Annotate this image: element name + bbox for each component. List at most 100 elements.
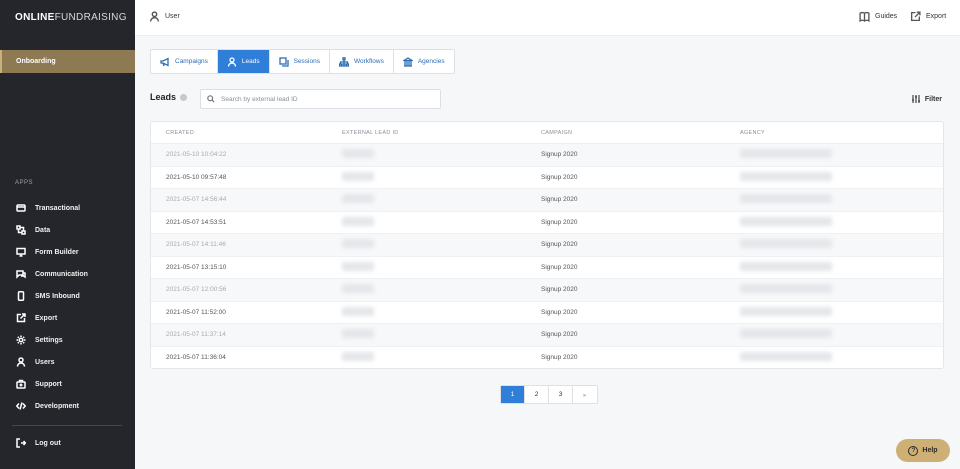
page-button-3[interactable]: 3 bbox=[549, 386, 573, 403]
cell-external-lead-id bbox=[342, 194, 541, 205]
tab-label: Sessions bbox=[293, 58, 320, 65]
table-row[interactable]: 2021-05-07 11:52:00 Signup 2020 bbox=[151, 302, 943, 324]
cell-agency bbox=[740, 352, 940, 363]
sidebar-item-data[interactable]: Data bbox=[15, 223, 50, 237]
cell-external-lead-id bbox=[342, 352, 541, 363]
tab-campaigns[interactable]: Campaigns bbox=[151, 50, 218, 73]
table-body: 2021-05-10 10:04:22 Signup 2020 2021-05-10… bbox=[151, 144, 943, 369]
top-bar: User Guides Export bbox=[135, 0, 960, 36]
column-header-campaign[interactable]: CAMPAIGN bbox=[541, 130, 740, 136]
cell-campaign: Signup 2020 bbox=[541, 354, 578, 362]
tab-sessions[interactable]: Sessions bbox=[270, 50, 330, 73]
table-row[interactable]: 2021-05-07 12:00:56 Signup 2020 bbox=[151, 279, 943, 302]
sidebar: ONLINEFUNDRAISING Onboarding APPS Transa… bbox=[0, 0, 135, 469]
cell-agency bbox=[740, 306, 940, 318]
logout-button[interactable]: Log out bbox=[15, 436, 61, 450]
redacted-value bbox=[740, 329, 832, 339]
cell-created: 2021-05-07 14:11:46 bbox=[166, 241, 226, 249]
column-header-agency[interactable]: AGENCY bbox=[740, 130, 940, 136]
building-icon bbox=[402, 56, 413, 67]
page-button-2[interactable]: 2 bbox=[525, 386, 549, 403]
redacted-value bbox=[740, 194, 832, 204]
sitemap-icon bbox=[338, 56, 349, 67]
cell-created: 2021-05-07 12:00:56 bbox=[166, 286, 227, 294]
redacted-value bbox=[740, 284, 832, 294]
cell-campaign: Signup 2020 bbox=[541, 263, 578, 271]
cell-created: 2021-05-07 13:15:10 bbox=[166, 263, 227, 271]
table-row[interactable]: 2021-05-07 14:11:46 Signup 2020 bbox=[151, 234, 943, 257]
column-header-external-lead-id[interactable]: EXTERNAL LEAD ID bbox=[342, 130, 541, 136]
tab-label: Workflows bbox=[353, 58, 384, 65]
table-row[interactable]: 2021-05-10 09:57:48 Signup 2020 bbox=[151, 167, 943, 189]
tab-leads[interactable]: Leads bbox=[217, 50, 270, 73]
export-icon bbox=[15, 312, 27, 324]
sidebar-item-label: Users bbox=[35, 358, 55, 366]
table-row[interactable]: 2021-05-07 14:53:51 Signup 2020 bbox=[151, 212, 943, 234]
sidebar-item-label: Form Builder bbox=[35, 248, 79, 256]
redacted-value bbox=[342, 216, 374, 226]
cell-created: 2021-05-07 14:53:51 bbox=[166, 218, 227, 226]
sidebar-item-label: Support bbox=[35, 380, 62, 388]
user-icon bbox=[227, 56, 237, 67]
cell-external-lead-id bbox=[342, 306, 541, 318]
table-row[interactable]: 2021-05-07 11:36:04 Signup 2020 bbox=[151, 347, 943, 369]
sidebar-item-development[interactable]: Development bbox=[15, 399, 79, 413]
table-row[interactable]: 2021-05-07 11:37:14 Signup 2020 bbox=[151, 324, 943, 347]
cell-agency bbox=[740, 284, 940, 295]
sidebar-item-onboarding[interactable]: Onboarding bbox=[0, 50, 135, 73]
sidebar-item-label: Transactional bbox=[35, 204, 81, 212]
redacted-value bbox=[740, 352, 832, 362]
sidebar-item-communication[interactable]: Communication bbox=[15, 267, 88, 281]
pagination: 1 2 3 ▸ bbox=[500, 385, 598, 404]
tab-workflows[interactable]: Workflows bbox=[330, 50, 394, 73]
redacted-value bbox=[342, 306, 374, 316]
cell-external-lead-id bbox=[342, 329, 541, 340]
user-icon bbox=[149, 11, 160, 22]
guides-link[interactable]: Guides bbox=[859, 11, 897, 22]
sidebar-item-support[interactable]: Support bbox=[15, 377, 62, 391]
wallet-icon bbox=[15, 202, 27, 214]
redacted-value bbox=[740, 171, 832, 181]
page-button-1[interactable]: 1 bbox=[501, 386, 525, 403]
export-icon bbox=[910, 11, 921, 22]
page-title-text: Leads bbox=[150, 92, 177, 102]
sidebar-item-label: Communication bbox=[35, 270, 88, 278]
sidebar-item-sms-inbound[interactable]: SMS Inbound bbox=[15, 289, 80, 303]
search-input[interactable] bbox=[221, 95, 421, 103]
sidebar-item-transactional[interactable]: Transactional bbox=[15, 201, 80, 215]
brand-logo[interactable]: ONLINEFUNDRAISING bbox=[15, 12, 127, 23]
tab-agencies[interactable]: Agencies bbox=[394, 50, 454, 73]
table-header: CREATED EXTERNAL LEAD ID CAMPAIGN AGENCY bbox=[151, 122, 943, 144]
redacted-value bbox=[740, 306, 832, 316]
cell-agency bbox=[740, 216, 940, 228]
filter-label: Filter bbox=[924, 95, 942, 103]
sidebar-item-form-builder[interactable]: Form Builder bbox=[15, 245, 79, 259]
cell-agency bbox=[740, 239, 940, 250]
redacted-value bbox=[740, 216, 832, 226]
data-icon bbox=[15, 224, 27, 236]
sidebar-divider bbox=[12, 425, 122, 426]
redacted-value bbox=[740, 261, 832, 271]
table-row[interactable]: 2021-05-10 10:04:22 Signup 2020 bbox=[151, 144, 943, 167]
sidebar-item-settings[interactable]: Settings bbox=[15, 333, 63, 347]
export-link[interactable]: Export bbox=[910, 11, 946, 22]
cell-agency bbox=[740, 261, 940, 273]
phone-icon bbox=[15, 290, 27, 302]
help-button[interactable]: ? Help bbox=[896, 439, 950, 462]
sidebar-item-label: Data bbox=[35, 226, 51, 234]
info-icon[interactable] bbox=[180, 93, 188, 101]
filter-button[interactable]: Filter bbox=[911, 94, 942, 104]
user-menu[interactable]: User bbox=[149, 11, 180, 22]
table-row[interactable]: 2021-05-07 13:15:10 Signup 2020 bbox=[151, 257, 943, 279]
table-row[interactable]: 2021-05-07 14:56:44 Signup 2020 bbox=[151, 189, 943, 212]
sidebar-item-users[interactable]: Users bbox=[15, 355, 54, 369]
column-header-created[interactable]: CREATED bbox=[151, 130, 342, 136]
cell-agency bbox=[740, 329, 940, 340]
guides-label: Guides bbox=[875, 13, 898, 20]
cell-campaign: Signup 2020 bbox=[541, 241, 578, 249]
redacted-value bbox=[342, 171, 374, 181]
cell-created: 2021-05-10 10:04:22 bbox=[166, 151, 227, 159]
next-page-button[interactable]: ▸ bbox=[573, 386, 597, 403]
sidebar-item-export[interactable]: Export bbox=[15, 311, 57, 325]
gear-icon bbox=[15, 334, 27, 346]
